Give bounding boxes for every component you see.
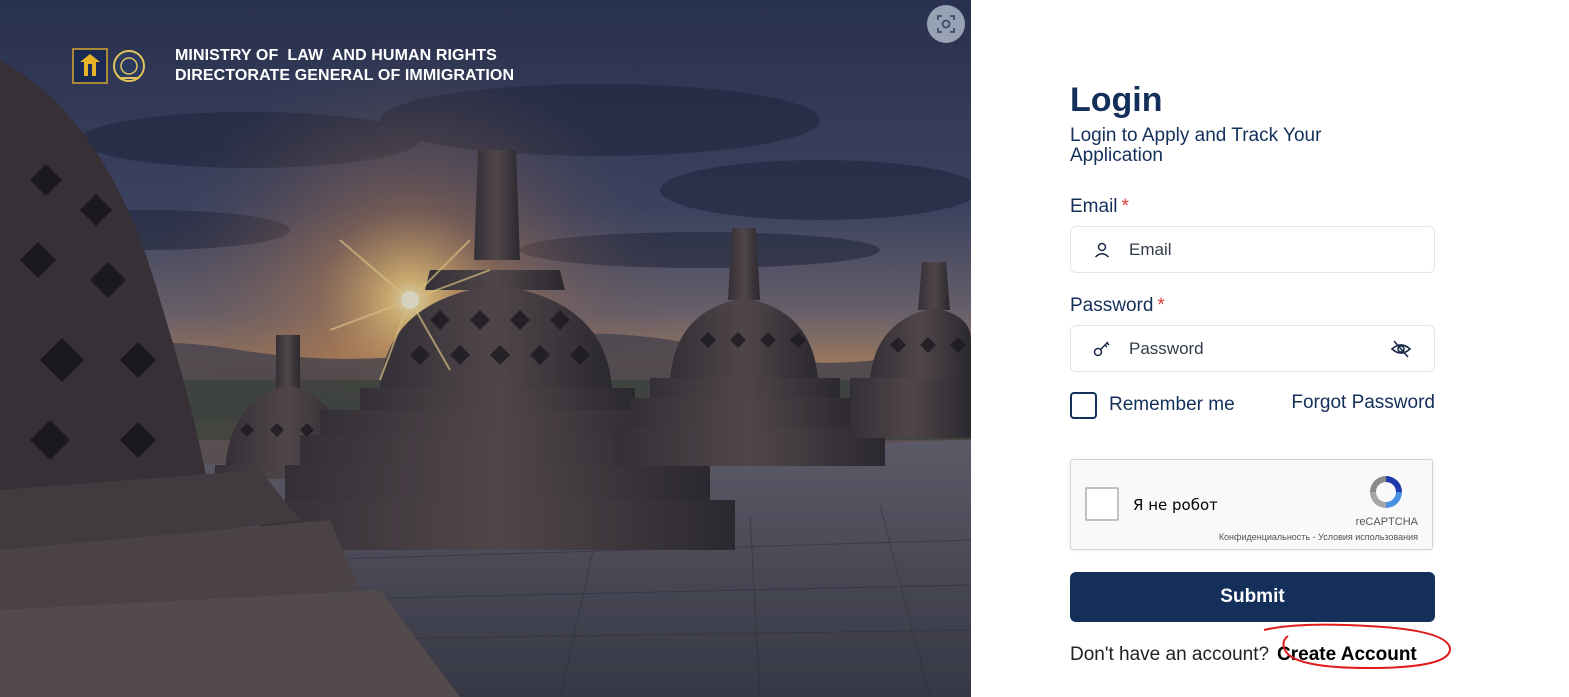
ministry-name: MINISTRY OF LAW AND HUMAN RIGHTS DIRECTO…: [175, 46, 514, 86]
immigration-emblem-icon: [113, 50, 145, 82]
required-marker: *: [1157, 295, 1165, 316]
hero-image-panel: MINISTRY OF LAW AND HUMAN RIGHTS DIRECTO…: [0, 0, 971, 697]
toggle-password-visibility-icon[interactable]: [1390, 338, 1412, 365]
email-field[interactable]: [1070, 226, 1435, 273]
key-icon: [1091, 338, 1113, 360]
password-field[interactable]: [1070, 325, 1435, 372]
password-input[interactable]: [1129, 338, 1418, 359]
recaptcha-brand: reCAPTCHA: [1355, 516, 1418, 528]
user-icon: [1091, 239, 1113, 261]
required-marker: *: [1121, 196, 1129, 217]
ministry-name-line2: DIRECTORATE GENERAL OF IMMIGRATION: [175, 67, 515, 84]
remember-row: Remember me Forgot Password: [1070, 390, 1435, 420]
forgot-password-link[interactable]: Forgot Password: [1291, 392, 1435, 414]
remember-me-option[interactable]: Remember me: [1070, 391, 1235, 419]
recaptcha-widget: Я не робот reCAPTCHA Конфиденциальность …: [1070, 459, 1433, 550]
login-form: Login Login to Apply and Track Your Appl…: [1070, 80, 1435, 666]
recaptcha-label: Я не робот: [1133, 496, 1218, 514]
ministry-brand: MINISTRY OF LAW AND HUMAN RIGHTS DIRECTO…: [72, 46, 514, 86]
login-title: Login: [1070, 81, 1163, 119]
submit-button[interactable]: Submit: [1070, 572, 1435, 622]
lens-icon: [937, 15, 955, 33]
logo-group: [72, 48, 147, 84]
ministry-name-line1: MINISTRY OF LAW AND HUMAN RIGHTS: [175, 47, 497, 64]
email-label: Email *: [1070, 196, 1435, 218]
password-label-text: Password: [1070, 295, 1154, 316]
ministry-logo-icon: [72, 48, 108, 84]
remember-me-label: Remember me: [1109, 394, 1235, 415]
temple-stupas-illustration: [0, 0, 971, 697]
recaptcha-terms-link[interactable]: Конфиденциальность - Условия использован…: [1219, 532, 1418, 542]
annotation-circle: [1263, 623, 1451, 670]
recaptcha-checkbox[interactable]: [1085, 487, 1119, 521]
email-label-text: Email: [1070, 196, 1118, 217]
recaptcha-logo-icon: [1370, 476, 1402, 508]
remember-me-checkbox[interactable]: [1070, 391, 1097, 419]
password-label: Password *: [1070, 295, 1435, 317]
signup-prompt: Don't have an account?: [1070, 644, 1270, 665]
visual-search-button[interactable]: [927, 5, 965, 43]
login-subtitle: Login to Apply and Track Your Applicatio…: [1070, 125, 1322, 166]
email-input[interactable]: [1129, 239, 1418, 260]
